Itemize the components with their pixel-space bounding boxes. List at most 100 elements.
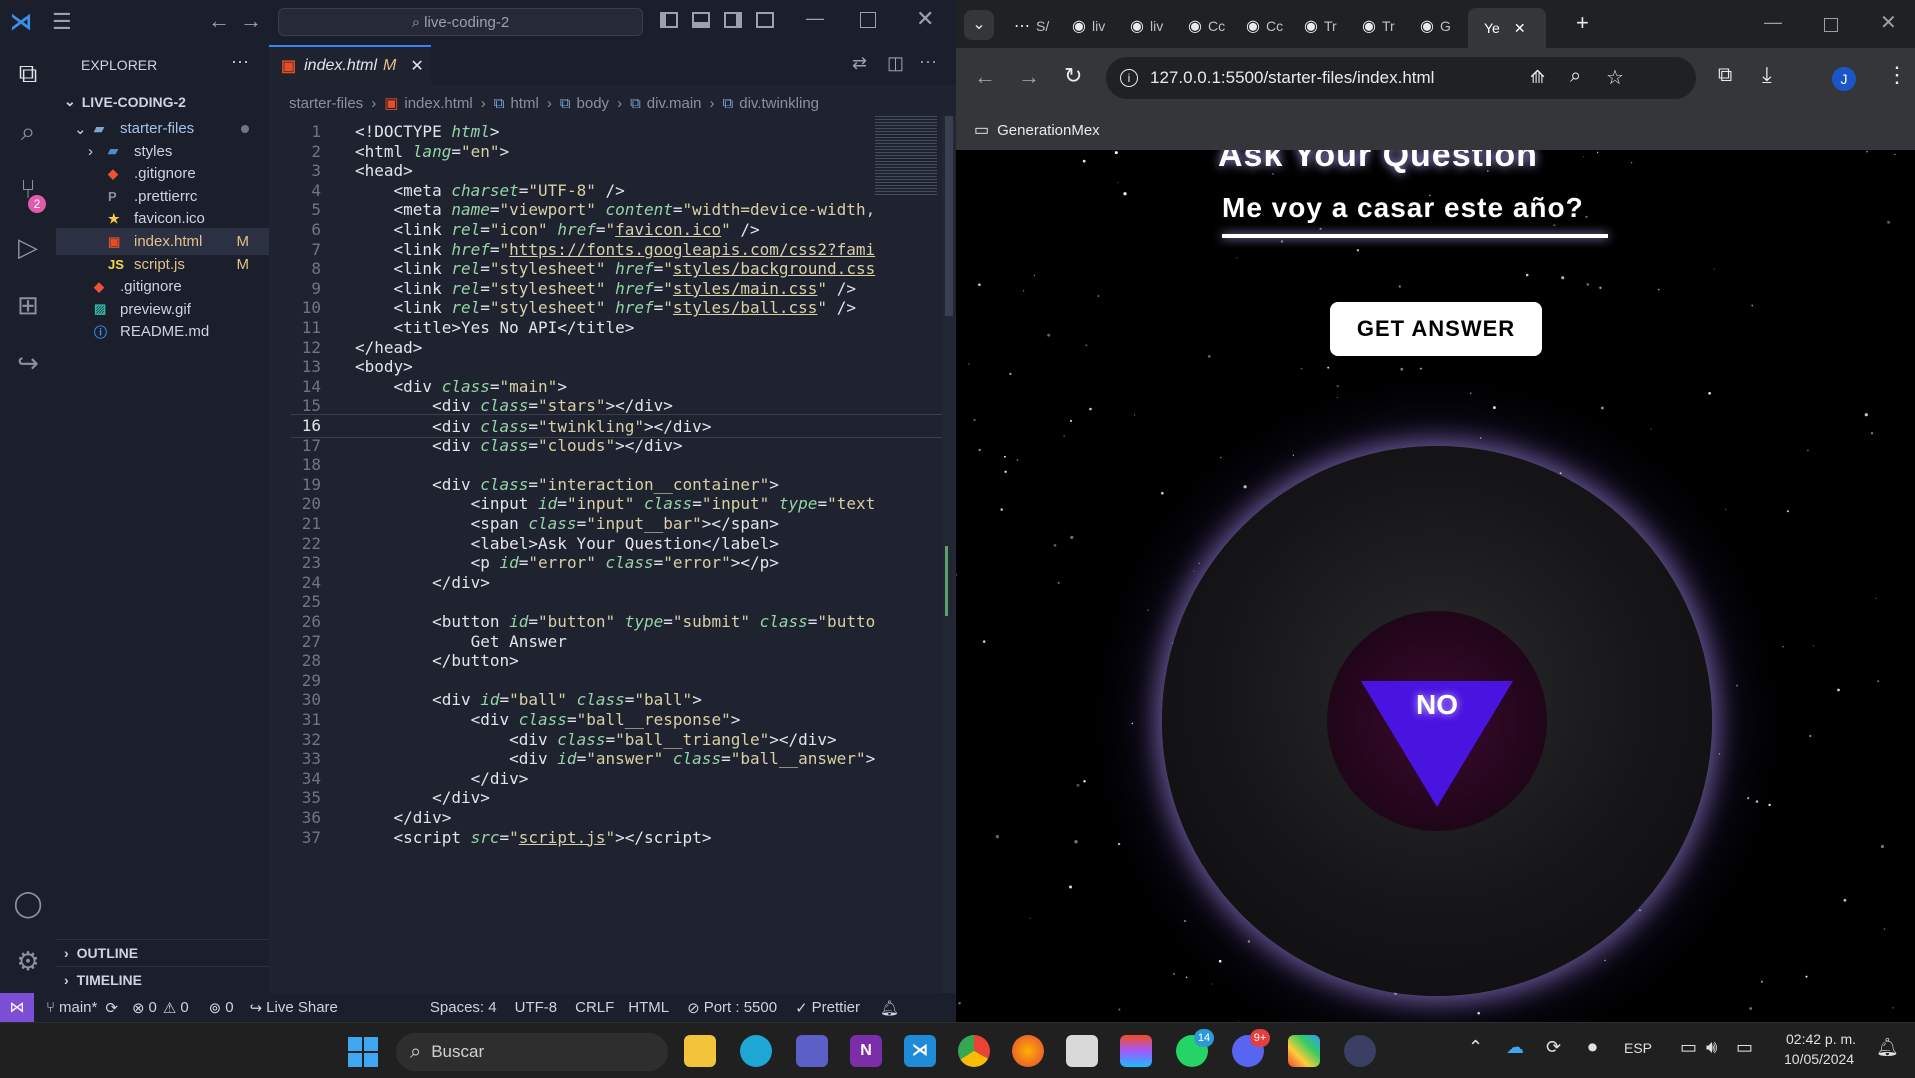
app-icon[interactable]: [1288, 1035, 1320, 1067]
more-actions-icon[interactable]: ···: [919, 51, 937, 72]
code-line[interactable]: <script src="script.js"></script>: [355, 826, 943, 850]
minimize-icon[interactable]: —: [806, 8, 824, 29]
breadcrumb-item[interactable]: starter-files: [289, 95, 363, 112]
browser-tab[interactable]: ⋯ S/: [1004, 8, 1060, 44]
indentation[interactable]: Spaces: 4: [430, 999, 497, 1016]
translate-icon[interactable]: ⟰: [1530, 67, 1545, 88]
close-tab-icon[interactable]: ✕: [1514, 20, 1526, 37]
vscode-taskbar-icon[interactable]: ⋊: [904, 1035, 936, 1067]
search-view-icon[interactable]: ⌕: [10, 113, 46, 149]
question-input[interactable]: Me voy a casar este año?: [1222, 192, 1584, 224]
url-text[interactable]: 127.0.0.1:5500/starter-files/index.html: [1150, 68, 1434, 88]
magic-ball[interactable]: NO: [1162, 446, 1712, 996]
firefox-icon[interactable]: [1012, 1035, 1044, 1067]
error-count[interactable]: 0: [149, 999, 157, 1016]
tab-index-html[interactable]: ▣ index.html M ✕: [269, 45, 431, 85]
open-changes-icon[interactable]: ⇄: [852, 53, 867, 74]
prettier-status[interactable]: Prettier: [812, 999, 860, 1016]
close-tab-icon[interactable]: ✕: [410, 56, 423, 76]
extensions-icon[interactable]: ⧉: [1718, 64, 1732, 87]
sync-icon[interactable]: ⟳: [1546, 1037, 1561, 1058]
warning-count[interactable]: 0: [180, 999, 188, 1016]
bookmark-folder[interactable]: GenerationMex: [997, 122, 1100, 139]
taskbar-search[interactable]: ⌕ Buscar: [396, 1033, 668, 1071]
microphone-icon[interactable]: ⏺: [1588, 1037, 1597, 1058]
timeline-section[interactable]: › TIMELINE: [56, 966, 269, 993]
browser-tab[interactable]: ◉ Cc: [1178, 8, 1234, 44]
sync-icon[interactable]: ⟳: [105, 999, 118, 1017]
close-window-icon[interactable]: ✕: [916, 6, 934, 32]
toggle-secondary-sidebar-icon[interactable]: [724, 12, 742, 28]
forward-arrow-icon[interactable]: →: [1018, 64, 1040, 90]
toggle-panel-icon[interactable]: [692, 12, 710, 28]
browser-tab[interactable]: ◉ liv: [1120, 8, 1176, 44]
avatar[interactable]: J: [1832, 67, 1856, 91]
run-debug-icon[interactable]: ▷: [10, 229, 46, 265]
settings-gear-icon[interactable]: ⚙: [10, 943, 46, 979]
browser-tab[interactable]: ◉ Tr: [1294, 8, 1350, 44]
forward-arrow-icon[interactable]: →: [240, 8, 262, 34]
get-answer-button[interactable]: GET ANSWER: [1330, 302, 1542, 356]
onenote-icon[interactable]: N: [850, 1035, 882, 1067]
back-arrow-icon[interactable]: ←: [974, 64, 996, 90]
more-actions-icon[interactable]: ···: [231, 51, 249, 72]
split-editor-icon[interactable]: ◫: [887, 53, 904, 74]
chevron-up-icon[interactable]: ⌃: [1468, 1037, 1483, 1058]
reload-icon[interactable]: ↻: [1064, 63, 1082, 89]
bell-icon[interactable]: 🔔︎: [880, 999, 899, 1017]
live-share-icon[interactable]: ↪: [10, 345, 46, 381]
breadcrumb-item[interactable]: div.twinkling: [739, 95, 819, 112]
volume-icon[interactable]: 🔊︎: [1706, 1037, 1717, 1058]
workspace-header[interactable]: ⌄ LIVE-CODING-2: [56, 88, 269, 115]
new-tab-icon[interactable]: +: [1576, 10, 1589, 36]
minimap[interactable]: [875, 116, 945, 316]
maximize-icon[interactable]: [860, 12, 876, 28]
customize-layout-icon[interactable]: [756, 12, 774, 28]
language-mode[interactable]: HTML: [628, 999, 669, 1016]
onedrive-icon[interactable]: ☁: [1506, 1037, 1524, 1058]
notification-bell-icon[interactable]: 🔔︎: [1876, 1037, 1899, 1058]
windows-start-icon[interactable]: [348, 1037, 378, 1067]
snipping-tool-icon[interactable]: [1066, 1035, 1098, 1067]
network-icon[interactable]: ▭: [1680, 1037, 1697, 1058]
browser-tab[interactable]: ◉ Tr: [1352, 8, 1408, 44]
file-explorer-icon[interactable]: [684, 1035, 716, 1067]
zoom-icon[interactable]: ⌕: [1570, 65, 1581, 88]
maximize-icon[interactable]: [1824, 18, 1838, 32]
command-center[interactable]: ⌕ live-coding-2: [278, 8, 643, 36]
close-window-icon[interactable]: ✕: [1880, 10, 1897, 35]
bookmark-star-icon[interactable]: ☆: [1606, 65, 1624, 90]
download-icon[interactable]: ⤓: [1762, 62, 1772, 88]
clock-date[interactable]: 10/05/2024: [1784, 1051, 1854, 1067]
app-icon[interactable]: [1344, 1035, 1376, 1067]
chrome-icon[interactable]: [958, 1035, 990, 1067]
figma-icon[interactable]: [1120, 1035, 1152, 1067]
battery-icon[interactable]: ▭: [1736, 1037, 1753, 1058]
browser-tab[interactable]: ◉ liv: [1062, 8, 1118, 44]
kebab-menu-icon[interactable]: ⋮: [1886, 62, 1908, 88]
back-arrow-icon[interactable]: ←: [208, 8, 230, 34]
edge-icon[interactable]: [740, 1035, 772, 1067]
ports-count[interactable]: 0: [225, 999, 233, 1016]
toggle-sidebar-icon[interactable]: [660, 12, 678, 28]
extensions-icon[interactable]: ⊞: [10, 287, 46, 323]
minimize-icon[interactable]: —: [1764, 12, 1782, 33]
encoding[interactable]: UTF-8: [515, 999, 558, 1016]
live-share-label[interactable]: Live Share: [266, 999, 338, 1016]
breadcrumb-item[interactable]: index.html: [404, 95, 472, 112]
remote-icon[interactable]: ⋈: [0, 993, 34, 1022]
language-indicator[interactable]: ESP: [1624, 1040, 1652, 1056]
browser-tab[interactable]: ◉ G: [1410, 8, 1466, 44]
port-status[interactable]: Port : 5500: [704, 999, 777, 1016]
scrollbar[interactable]: [942, 116, 956, 996]
address-bar[interactable]: i 127.0.0.1:5500/starter-files/index.htm…: [1106, 57, 1696, 99]
browser-tab[interactable]: Ye ✕: [1468, 8, 1546, 48]
explorer-icon[interactable]: ⧉: [10, 55, 46, 91]
tab-search-icon[interactable]: ⌄: [964, 10, 994, 40]
eol[interactable]: CRLF: [575, 999, 614, 1016]
site-info-icon[interactable]: i: [1120, 69, 1138, 87]
tree-item[interactable]: ⓘ README.md: [56, 318, 269, 345]
breadcrumb-item[interactable]: html: [510, 95, 538, 112]
outline-section[interactable]: › OUTLINE: [56, 939, 269, 966]
code-view[interactable]: 1 <!DOCTYPE html> 2 <html lang="en"> 3 <head>…: [269, 116, 943, 1041]
